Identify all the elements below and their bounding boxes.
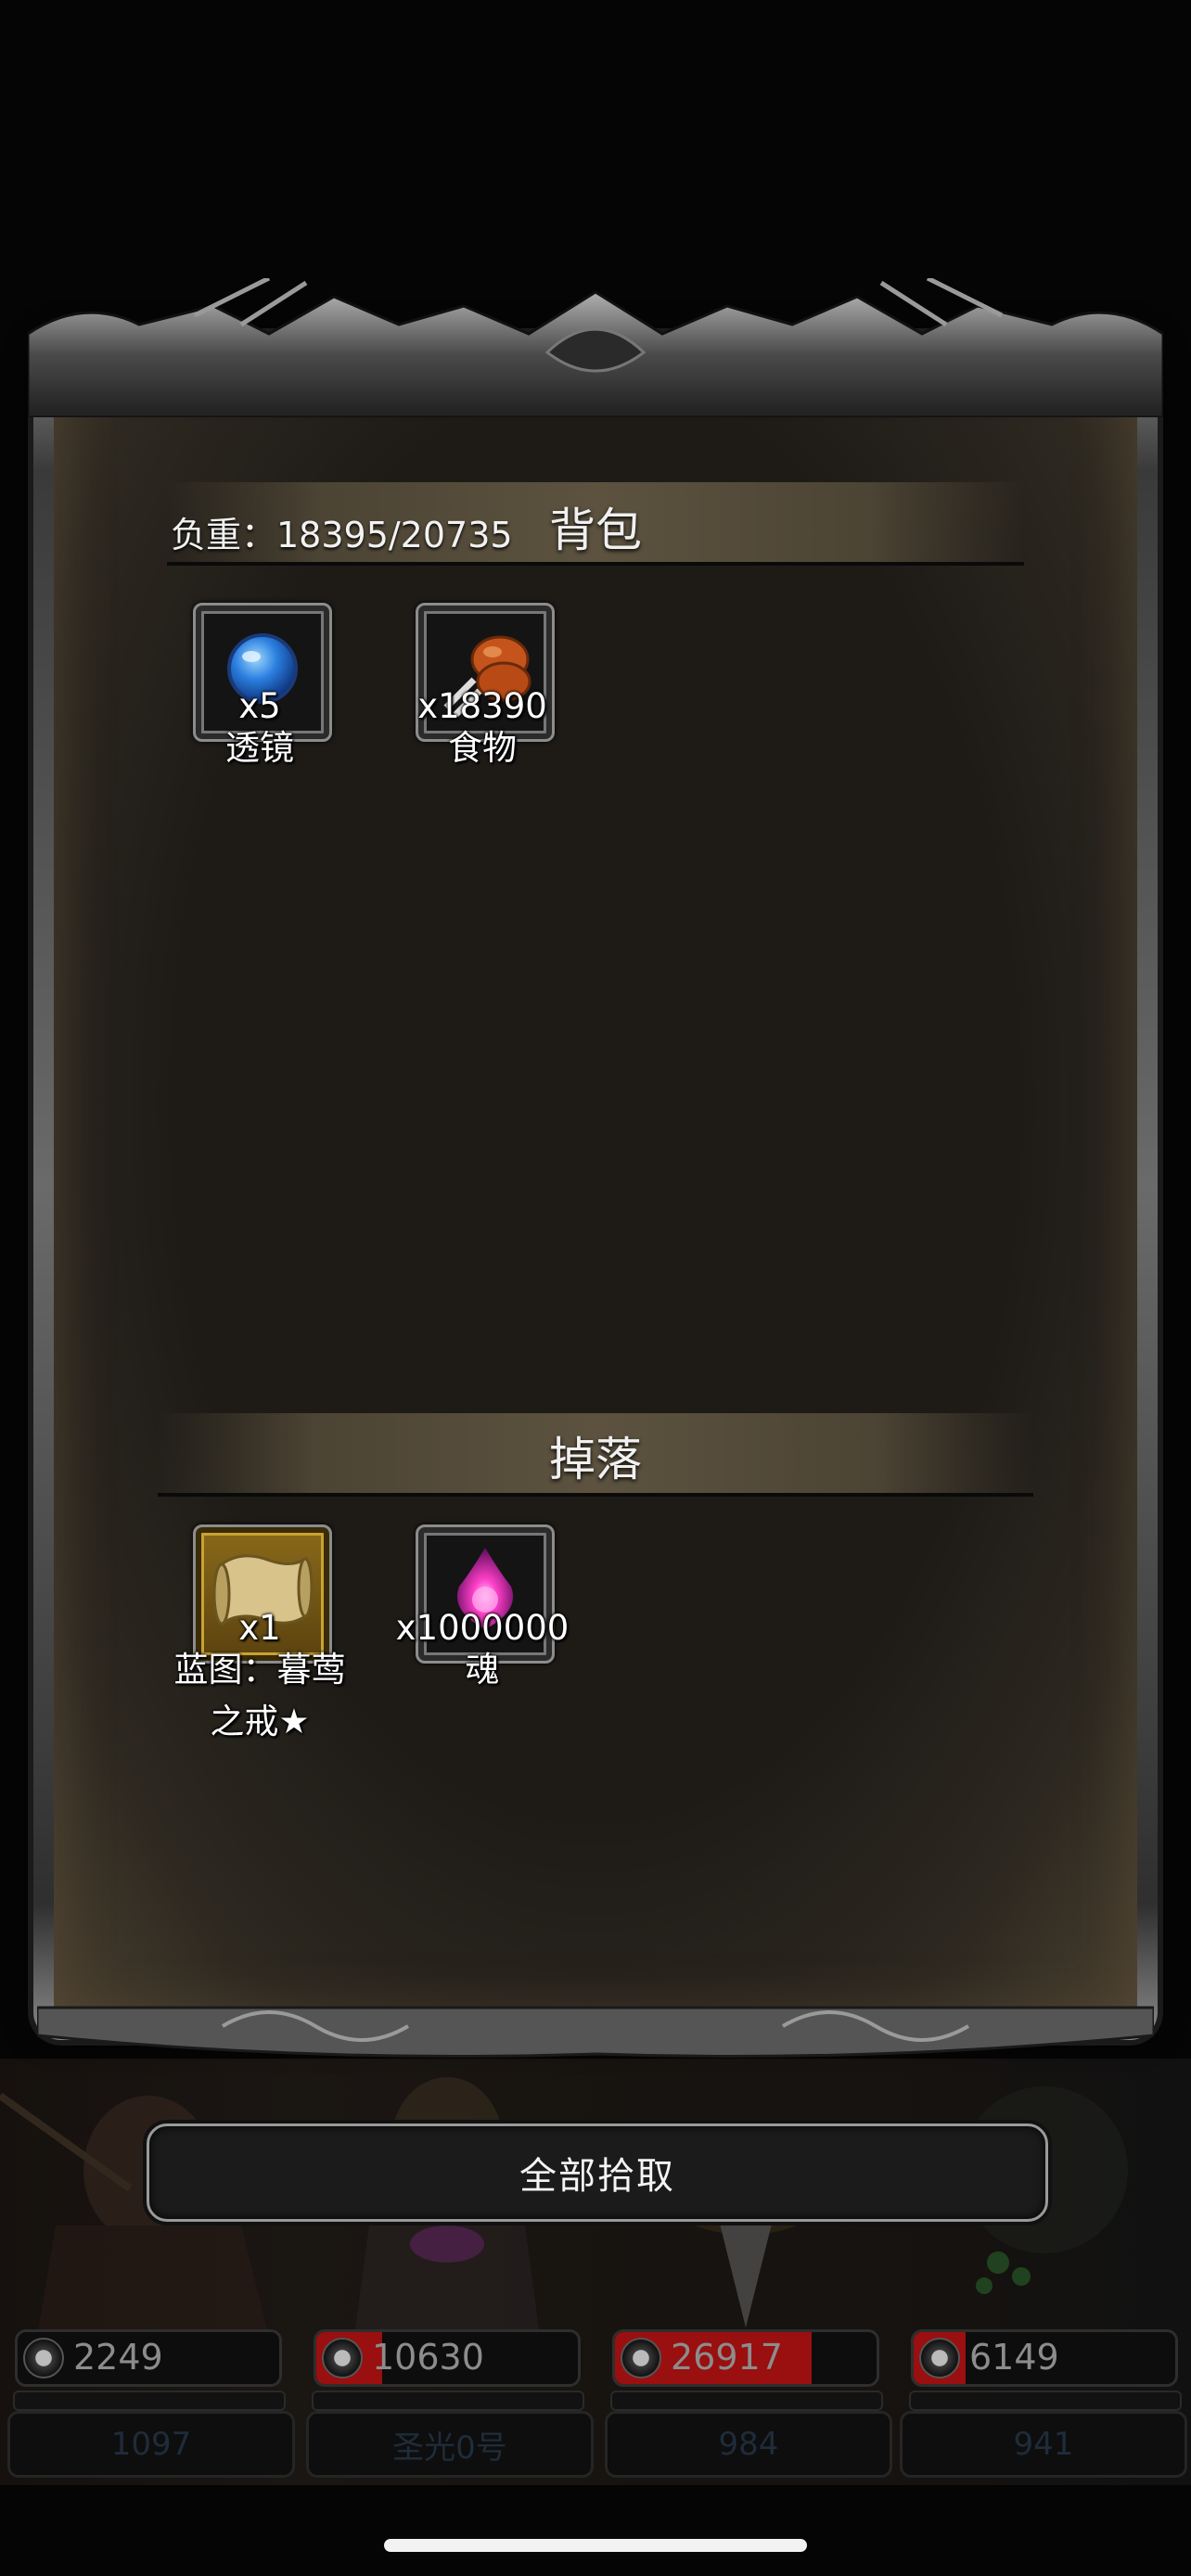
panel-bottom-ornament bbox=[37, 2006, 1154, 2058]
party-member-4-hp: 6149 bbox=[911, 2329, 1178, 2387]
item-name: 魂 bbox=[465, 1650, 500, 1690]
item-name: 食物 bbox=[448, 728, 517, 768]
item-name-line1: 蓝图：暮莺 bbox=[173, 1650, 346, 1690]
panel-crown-ornament bbox=[28, 278, 1163, 417]
item-quantity: x1000000 bbox=[395, 1608, 570, 1648]
sword-icon bbox=[322, 2338, 363, 2378]
party-member-1-hp: 2249 bbox=[15, 2329, 282, 2387]
item-quantity: x5 bbox=[238, 686, 281, 726]
party-member-4-subbar bbox=[909, 2391, 1182, 2411]
party-member-3-name[interactable]: 984 bbox=[605, 2411, 892, 2478]
party-member-1-subbar bbox=[13, 2391, 286, 2411]
hp-value: 2249 bbox=[73, 2337, 163, 2378]
drop-title: 掉落 bbox=[549, 1433, 642, 1486]
sword-icon bbox=[621, 2338, 661, 2378]
party-member-1-name[interactable]: 1097 bbox=[7, 2411, 295, 2478]
loot-panel bbox=[33, 334, 1158, 2040]
hp-value: 26917 bbox=[671, 2337, 783, 2378]
bag-title: 背包 bbox=[549, 504, 642, 557]
party-member-2-subbar bbox=[312, 2391, 584, 2411]
party-member-3-hp: 26917 bbox=[612, 2329, 879, 2387]
party-member-4-name[interactable]: 941 bbox=[900, 2411, 1187, 2478]
item-quantity: x18390 bbox=[417, 686, 547, 726]
party-member-3-subbar bbox=[610, 2391, 883, 2411]
item-quantity: x1 bbox=[238, 1608, 281, 1648]
pickup-all-button[interactable]: 全部拾取 bbox=[147, 2123, 1048, 2222]
home-indicator[interactable] bbox=[384, 2539, 807, 2552]
item-name: 透镜 bbox=[225, 728, 294, 768]
sword-icon bbox=[23, 2338, 64, 2378]
hp-value: 10630 bbox=[372, 2337, 484, 2378]
party-member-2-name[interactable]: 圣光0号 bbox=[306, 2411, 594, 2478]
hp-value: 6149 bbox=[969, 2337, 1059, 2378]
item-name-line2: 之戒★ bbox=[210, 1702, 310, 1741]
party-member-2-hp: 10630 bbox=[314, 2329, 581, 2387]
sword-icon bbox=[919, 2338, 960, 2378]
